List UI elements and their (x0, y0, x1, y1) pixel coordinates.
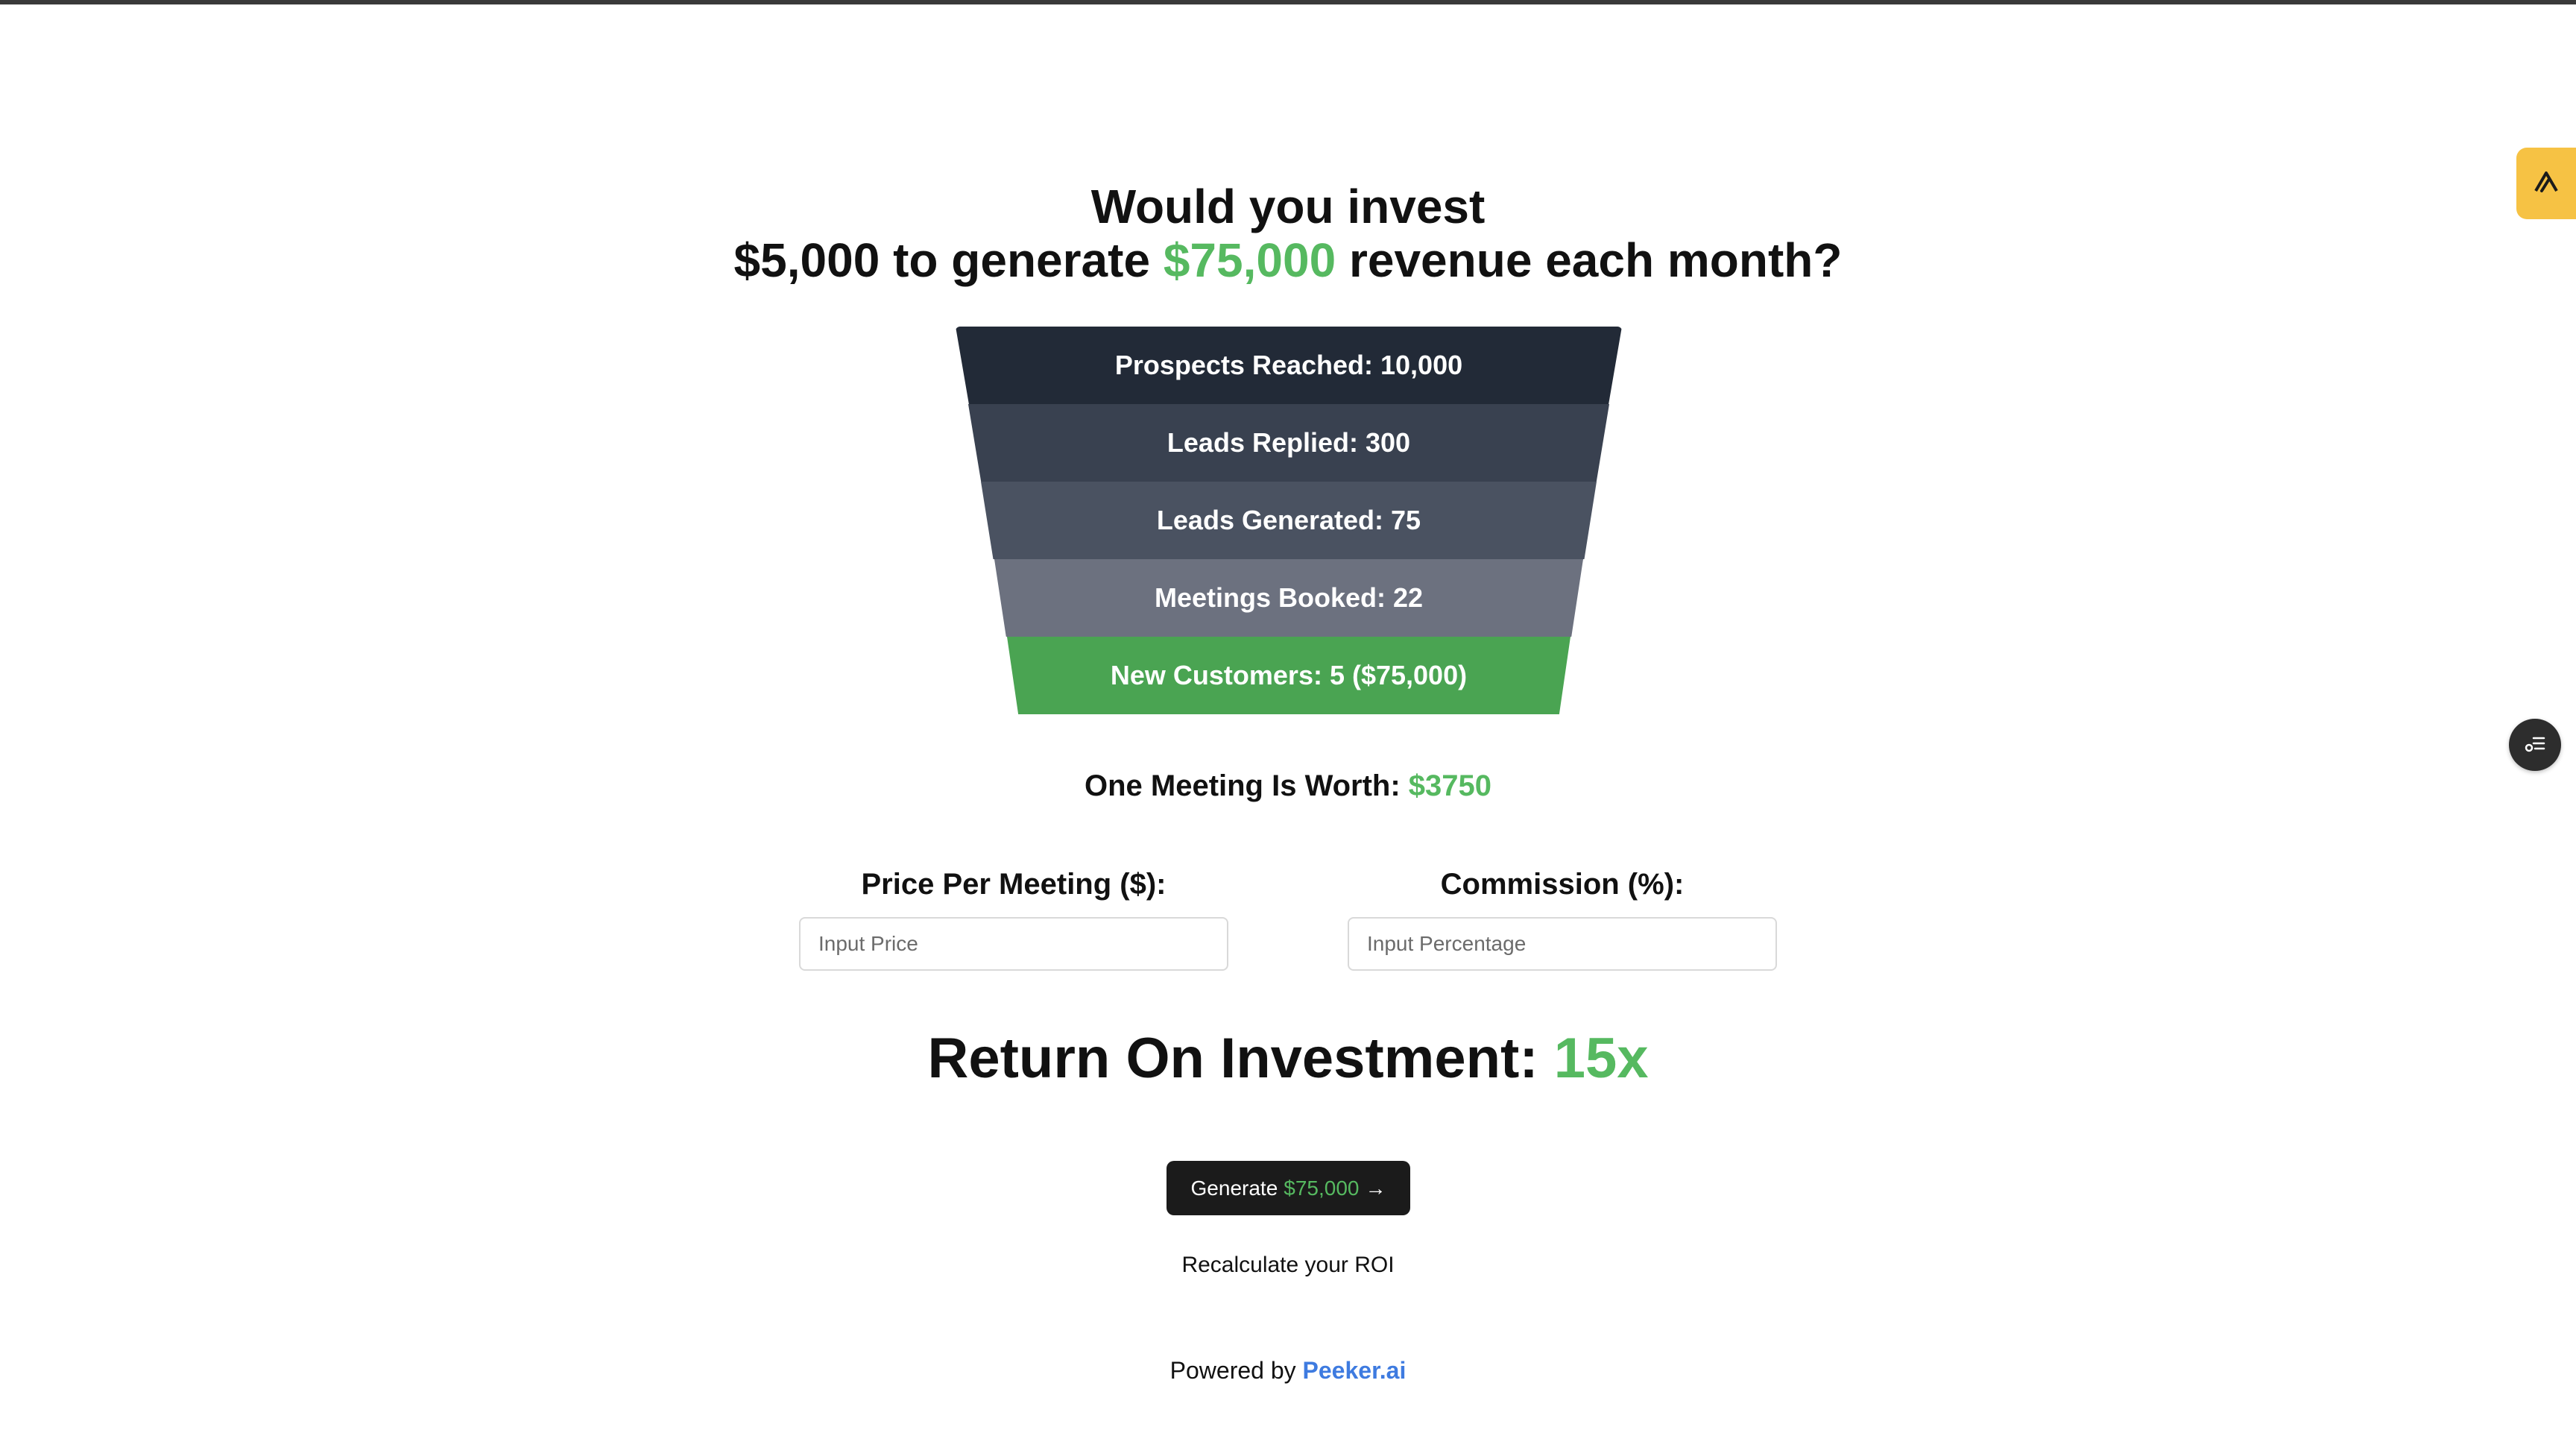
meeting-worth-label: One Meeting Is Worth: (1084, 769, 1409, 802)
funnel-stage-replied: Leads Replied: 300 (968, 404, 1609, 482)
generate-button-label: Generate (1190, 1176, 1278, 1200)
sales-funnel: Prospects Reached: 10,000 Leads Replied:… (956, 327, 1622, 714)
commission-label: Commission (%): (1440, 868, 1685, 901)
footer-prefix: Powered by (1169, 1357, 1303, 1384)
headline-prefix: $5,000 to generate (733, 233, 1164, 287)
commission-field-group: Commission (%): (1348, 865, 1777, 971)
side-tab-button[interactable] (2516, 148, 2576, 219)
price-label: Price Per Meeting ($): (861, 868, 1167, 901)
generate-button[interactable]: Generate $75,000 → (1167, 1161, 1410, 1215)
funnel-stage-prospects: Prospects Reached: 10,000 (956, 327, 1622, 404)
price-field-group: Price Per Meeting ($): (799, 865, 1228, 971)
headline: Would you invest $5,000 to generate $75,… (0, 180, 2576, 287)
footer: Powered by Peeker.ai (0, 1357, 2576, 1385)
roi-result: Return On Investment: 15x (0, 1026, 2576, 1091)
generate-button-amount: $75,000 (1284, 1176, 1360, 1200)
price-input[interactable] (799, 917, 1228, 971)
meeting-worth-value: $3750 (1408, 769, 1492, 802)
recalculate-link[interactable]: Recalculate your ROI (0, 1253, 2576, 1278)
side-checklist-button[interactable] (2509, 719, 2561, 771)
roi-value: 15x (1553, 1027, 1649, 1090)
headline-amount: $75,000 (1163, 233, 1336, 287)
funnel-stage-meetings: Meetings Booked: 22 (994, 559, 1583, 637)
peeker-link[interactable]: Peeker.ai (1303, 1357, 1407, 1384)
top-border (0, 0, 2576, 4)
funnel-stage-customers: New Customers: 5 ($75,000) (1007, 637, 1570, 714)
peeker-logo-icon (2531, 167, 2561, 201)
headline-suffix: revenue each month? (1336, 233, 1843, 287)
arrow-right-icon: → (1365, 1176, 1386, 1200)
commission-input[interactable] (1348, 917, 1777, 971)
meeting-worth: One Meeting Is Worth: $3750 (0, 769, 2576, 803)
headline-line2: $5,000 to generate $75,000 revenue each … (0, 233, 2576, 287)
funnel-stage-generated: Leads Generated: 75 (981, 482, 1597, 559)
checklist-icon (2522, 731, 2548, 760)
roi-label: Return On Investment: (927, 1027, 1554, 1090)
headline-line1: Would you invest (1090, 180, 1486, 233)
